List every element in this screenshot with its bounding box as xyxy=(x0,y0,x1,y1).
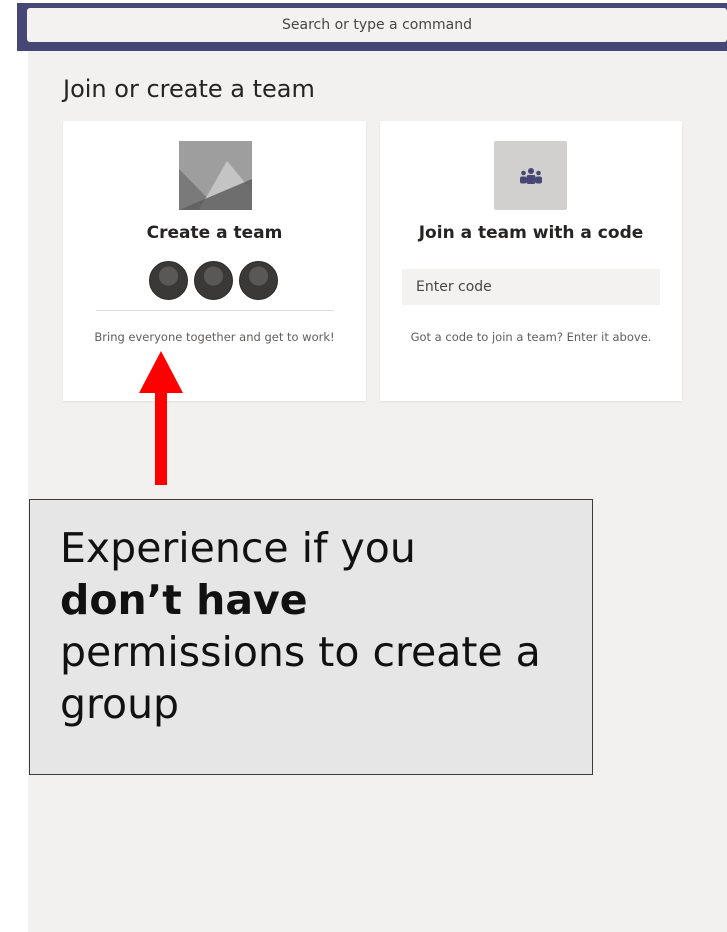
create-team-description: Bring everyone together and get to work! xyxy=(94,330,335,344)
create-team-card[interactable]: Create a team Bring everyone together an… xyxy=(63,121,366,401)
divider xyxy=(96,310,334,311)
callout-text-start: Experience if you xyxy=(60,524,416,572)
avatar xyxy=(194,261,233,300)
callout-text-bold: don’t have xyxy=(60,576,308,624)
team-people-icon xyxy=(494,141,567,210)
create-team-title: Create a team xyxy=(146,223,283,243)
join-team-card: Join a team with a code Got a code to jo… xyxy=(380,121,682,401)
main-content: Join or create a team Create a team Brin… xyxy=(28,51,727,932)
join-team-description: Got a code to join a team? Enter it abov… xyxy=(410,330,652,344)
avatar xyxy=(149,261,188,300)
team-code-input[interactable] xyxy=(402,269,660,305)
join-team-title: Join a team with a code xyxy=(418,223,644,243)
team-image-icon xyxy=(179,141,252,210)
red-arrow-up-icon xyxy=(139,351,183,485)
avatar xyxy=(239,261,278,300)
callout-text-end: permissions to create a group xyxy=(60,628,541,728)
search-box[interactable]: Search or type a command xyxy=(27,8,727,42)
search-placeholder: Search or type a command xyxy=(282,17,472,33)
top-bar: Search or type a command xyxy=(17,3,727,51)
page-title: Join or create a team xyxy=(63,75,315,103)
annotation-callout: Experience if you don’t have permissions… xyxy=(29,499,593,775)
avatar-group xyxy=(149,261,279,301)
